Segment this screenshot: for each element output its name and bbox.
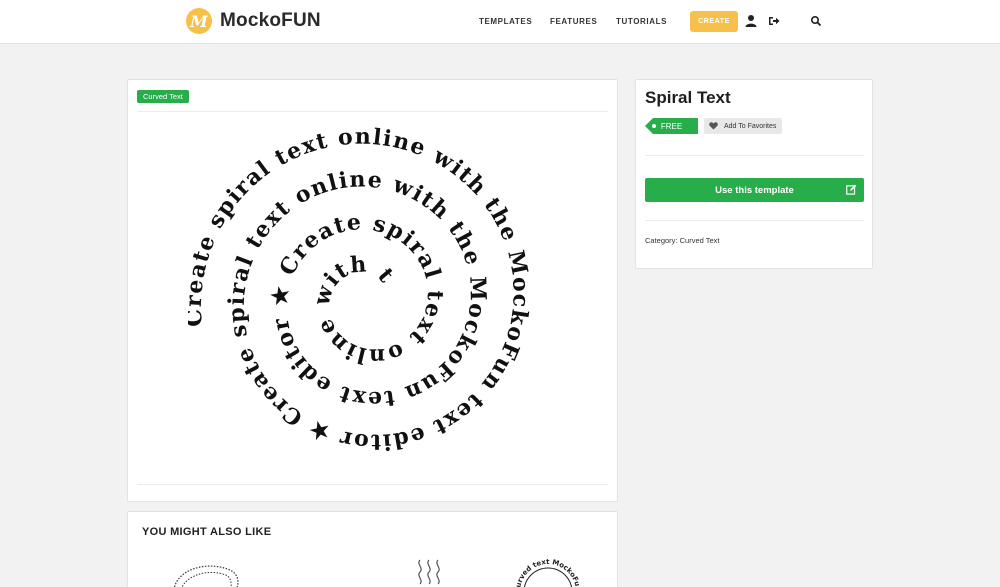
template-title: Spiral Text <box>645 88 731 107</box>
related-thumbnail-3[interactable]: curved text MockoFun <box>508 552 588 587</box>
category-prefix: Category: <box>645 236 678 245</box>
template-preview-card: Curved Text Create spiral text online wi… <box>127 79 618 502</box>
divider <box>137 111 608 112</box>
badge-dot <box>652 124 656 128</box>
edit-icon <box>846 184 857 195</box>
divider <box>137 484 608 485</box>
spiral-text-preview: Create spiral text online with the Mocko… <box>188 124 534 455</box>
nav-templates[interactable]: TEMPLATES <box>479 17 532 26</box>
logo-text: MockoFUN <box>220 10 321 31</box>
add-to-favorites-button[interactable]: Add To Favorites <box>704 118 783 134</box>
category-tag[interactable]: Curved Text <box>137 90 189 103</box>
template-info-card: Spiral Text FREE Add To Favorites Use th… <box>635 79 873 269</box>
nav-features[interactable]: FEATURES <box>550 17 597 26</box>
free-badge: FREE <box>645 118 698 134</box>
nav-tutorials[interactable]: TUTORIALS <box>616 17 667 26</box>
divider <box>645 220 864 221</box>
use-template-label: Use this template <box>715 184 794 196</box>
logout-icon[interactable] <box>768 14 780 28</box>
divider <box>645 155 864 156</box>
user-icon[interactable] <box>745 14 757 28</box>
related-thumbnail-2[interactable] <box>414 558 444 587</box>
related-templates-card: YOU MIGHT ALSO LIKE curved text MockoFun <box>127 511 618 587</box>
related-thumbnail-1[interactable] <box>166 560 246 587</box>
logo-mark-icon: M <box>186 8 212 34</box>
thumbnail-arc-text: curved text MockoFun <box>514 558 582 587</box>
free-badge-label: FREE <box>660 121 683 131</box>
category-line: Category: Curved Text <box>645 236 720 245</box>
search-icon[interactable] <box>810 14 822 28</box>
heart-icon <box>709 122 718 130</box>
spiral-text: Create spiral text online with the Mocko… <box>188 124 534 455</box>
favorites-label: Add To Favorites <box>724 122 777 130</box>
category-link[interactable]: Curved Text <box>680 236 720 245</box>
use-template-button[interactable]: Use this template <box>645 178 864 202</box>
top-header: M MockoFUN TEMPLATES FEATURES TUTORIALS … <box>0 0 1000 44</box>
related-title: YOU MIGHT ALSO LIKE <box>142 526 272 538</box>
site-logo[interactable]: M MockoFUN <box>186 8 321 34</box>
create-button[interactable]: CREATE <box>690 11 738 32</box>
